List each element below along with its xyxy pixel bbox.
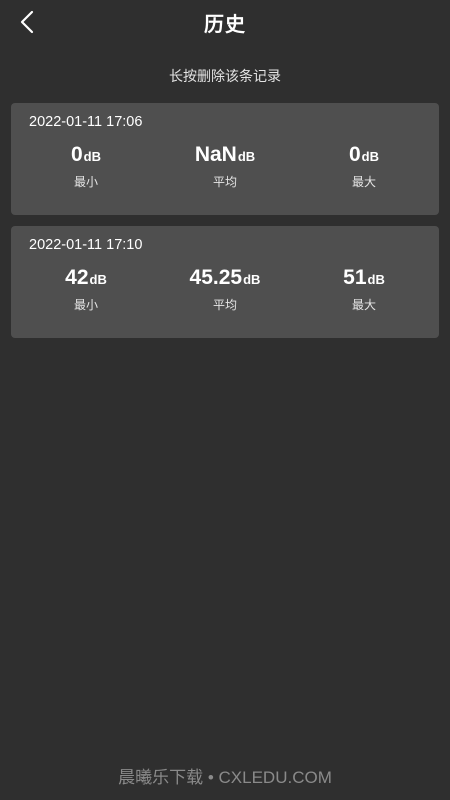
stat-avg: 45.25dB 平均	[170, 266, 280, 313]
page-title: 历史	[204, 12, 246, 36]
stat-unit: dB	[237, 149, 256, 164]
stat-value: 42dB	[65, 266, 107, 289]
stat-unit: dB	[361, 149, 380, 164]
stat-label: 最小	[73, 298, 98, 312]
record-list: 2022-01-11 17:06 0dB 最小 NaNdB 平均 0dB 最大 …	[0, 103, 450, 338]
stat-unit: dB	[243, 272, 261, 287]
stat-label: 平均	[212, 298, 237, 312]
record-stats: 0dB 最小 NaNdB 平均 0dB 最大	[11, 143, 439, 190]
record-card[interactable]: 2022-01-11 17:10 42dB 最小 45.25dB 平均 51dB…	[11, 226, 439, 338]
history-screen: 历史 长按删除该条记录 2022-01-11 17:06 0dB 最小 NaNd…	[0, 0, 450, 800]
stat-value: 45.25dB	[189, 266, 261, 289]
stat-label: 最小	[73, 175, 98, 189]
delete-hint: 长按删除该条记录	[169, 69, 281, 85]
watermark: 晨曦乐下载 • CXLEDU.COM	[118, 768, 332, 787]
stat-value: NaNdB	[194, 143, 256, 166]
stat-value: 51dB	[343, 266, 385, 289]
stat-unit: dB	[367, 272, 385, 287]
record-time: 2022-01-11 17:06	[29, 114, 143, 130]
record-time: 2022-01-11 17:10	[29, 237, 143, 253]
stat-max: 0dB 最大	[309, 143, 419, 190]
record-stats: 42dB 最小 45.25dB 平均 51dB 最大	[11, 266, 439, 313]
stat-min: 42dB 最小	[31, 266, 141, 313]
stat-avg: NaNdB 平均	[170, 143, 280, 190]
stat-unit: dB	[89, 272, 107, 287]
stat-min: 0dB 最小	[31, 143, 141, 190]
stat-value: 0dB	[70, 143, 102, 166]
stat-label: 最大	[351, 298, 376, 312]
record-card[interactable]: 2022-01-11 17:06 0dB 最小 NaNdB 平均 0dB 最大	[11, 103, 439, 215]
stat-max: 51dB 最大	[309, 266, 419, 313]
stat-value: 0dB	[348, 143, 380, 166]
stat-label: 最大	[351, 175, 376, 189]
stat-unit: dB	[83, 149, 102, 164]
stat-label: 平均	[212, 175, 237, 189]
header: 历史	[0, 0, 450, 44]
